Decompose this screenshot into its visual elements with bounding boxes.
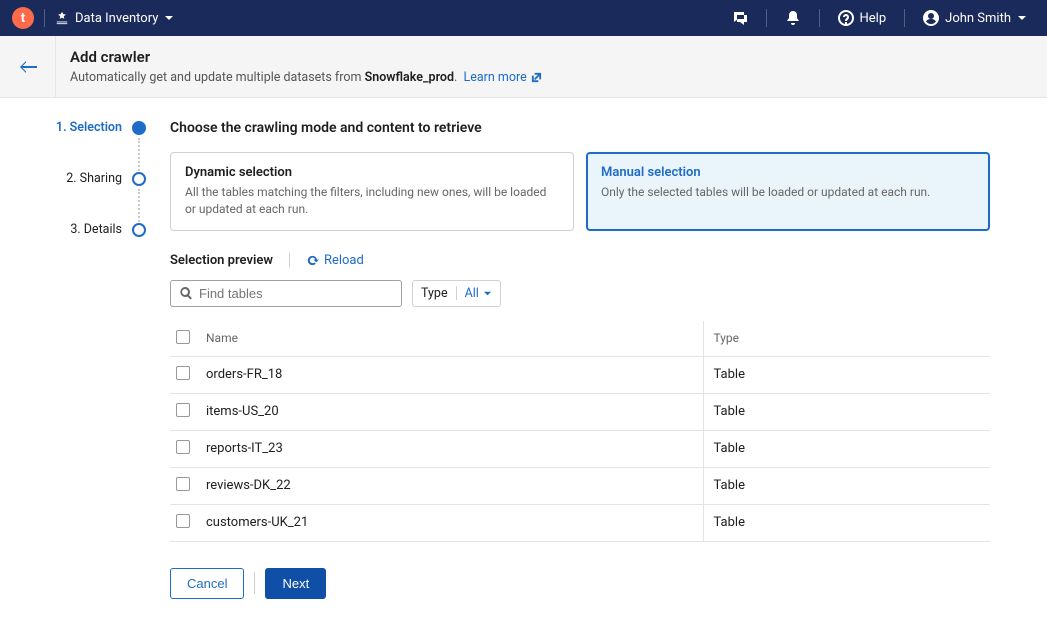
connection-name: Snowflake_prod (365, 70, 454, 85)
divider (289, 253, 290, 267)
arrow-left-icon (19, 60, 37, 74)
table-row[interactable]: reviews-DK_22 Table (170, 467, 990, 504)
row-name: customers-UK_21 (200, 504, 703, 541)
learn-more-link[interactable]: Learn more (464, 70, 542, 85)
table-row[interactable]: customers-UK_21 Table (170, 504, 990, 541)
divider (766, 9, 767, 27)
col-name-header: Name (200, 321, 703, 357)
card-desc: All the tables matching the filters, inc… (185, 184, 559, 218)
help-label: Help (860, 11, 887, 26)
step-label: 2. Sharing (66, 171, 122, 186)
chevron-down-icon (1017, 13, 1027, 23)
step-label: 3. Details (70, 222, 122, 237)
messages-button[interactable] (724, 10, 756, 26)
type-filter-label: Type (421, 286, 448, 301)
mode-card-dynamic[interactable]: Dynamic selection All the tables matchin… (170, 152, 574, 231)
stepper: 1. Selection 2. Sharing 3. Details (0, 98, 160, 629)
help-icon (838, 10, 854, 26)
step-dot-icon (132, 223, 146, 237)
row-checkbox[interactable] (176, 440, 190, 454)
table-row[interactable]: items-US_20 Table (170, 393, 990, 430)
row-checkbox[interactable] (176, 514, 190, 528)
table-row[interactable]: reports-IT_23 Table (170, 430, 990, 467)
row-type: Table (703, 467, 990, 504)
divider (904, 9, 905, 27)
external-link-icon (531, 72, 542, 83)
row-checkbox[interactable] (176, 403, 190, 417)
row-checkbox[interactable] (176, 366, 190, 380)
row-name: items-US_20 (200, 393, 703, 430)
back-button[interactable] (0, 36, 56, 97)
type-filter[interactable]: Type All (412, 280, 501, 307)
divider (819, 9, 820, 27)
mode-cards: Dynamic selection All the tables matchin… (170, 152, 990, 231)
page-title: Add crawler (70, 48, 1033, 66)
search-icon (179, 286, 193, 300)
preview-header: Selection preview Reload (170, 253, 990, 268)
footer-buttons: Cancel Next (170, 568, 990, 599)
select-all-checkbox[interactable] (176, 330, 190, 344)
notifications-button[interactable] (777, 10, 809, 26)
section-title: Choose the crawling mode and content to … (170, 120, 990, 136)
mode-card-manual[interactable]: Manual selection Only the selected table… (586, 152, 990, 231)
row-name: reviews-DK_22 (200, 467, 703, 504)
divider (456, 286, 457, 300)
next-button[interactable]: Next (265, 568, 326, 599)
tables-list: Name Type orders-FR_18 Table items-US_20… (170, 321, 990, 542)
row-name: orders-FR_18 (200, 356, 703, 393)
apps-icon (55, 11, 69, 25)
subtitle-suffix: . (454, 70, 457, 85)
row-name: reports-IT_23 (200, 430, 703, 467)
search-input[interactable] (199, 286, 393, 301)
step-details[interactable]: 3. Details (0, 222, 146, 237)
row-type: Table (703, 356, 990, 393)
learn-more-label: Learn more (464, 70, 527, 85)
reload-icon (306, 254, 319, 267)
cancel-button[interactable]: Cancel (170, 568, 244, 599)
chevron-down-icon (164, 13, 174, 23)
page-header: Add crawler Automatically get and update… (0, 36, 1047, 98)
card-desc: Only the selected tables will be loaded … (601, 184, 975, 201)
preview-label: Selection preview (170, 253, 273, 268)
type-filter-value: All (465, 286, 479, 301)
divider (44, 9, 45, 27)
reload-button[interactable]: Reload (306, 253, 364, 268)
step-dot-icon (132, 172, 146, 186)
step-selection[interactable]: 1. Selection (0, 120, 146, 135)
col-type-header: Type (703, 321, 990, 357)
user-icon (923, 10, 939, 26)
card-title: Manual selection (601, 165, 975, 180)
step-label: 1. Selection (56, 120, 122, 135)
step-sharing[interactable]: 2. Sharing (0, 171, 146, 186)
subtitle-prefix: Automatically get and update multiple da… (70, 70, 365, 85)
bell-icon (785, 10, 801, 26)
row-checkbox[interactable] (176, 477, 190, 491)
app-logo[interactable]: t (12, 7, 34, 29)
search-input-wrapper[interactable] (170, 280, 402, 307)
row-type: Table (703, 393, 990, 430)
divider (254, 572, 255, 594)
row-type: Table (703, 430, 990, 467)
row-type: Table (703, 504, 990, 541)
help-button[interactable]: Help (830, 10, 895, 26)
user-name-label: John Smith (945, 11, 1011, 26)
chevron-down-icon (483, 289, 492, 298)
user-menu[interactable]: John Smith (915, 10, 1035, 26)
table-row[interactable]: orders-FR_18 Table (170, 356, 990, 393)
step-dot-icon (132, 121, 146, 135)
card-title: Dynamic selection (185, 165, 559, 180)
page-subtitle: Automatically get and update multiple da… (70, 70, 1033, 85)
chat-icon (732, 10, 748, 26)
app-switcher[interactable]: Data Inventory (55, 11, 174, 26)
reload-label: Reload (324, 253, 364, 268)
app-switcher-label: Data Inventory (75, 11, 158, 26)
top-navbar: t Data Inventory Help John Smith (0, 0, 1047, 36)
